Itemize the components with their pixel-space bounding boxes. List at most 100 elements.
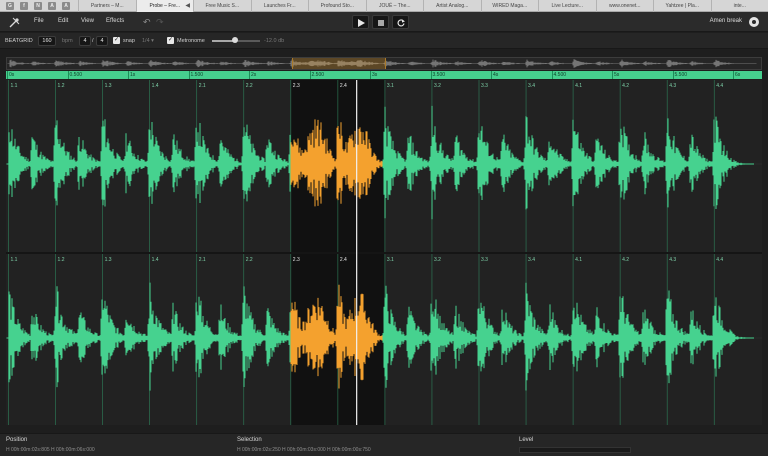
beat-label: 1.2 xyxy=(58,83,65,89)
ruler-label: 1s xyxy=(130,72,136,78)
beat-label: 3.3 xyxy=(481,257,488,263)
bpm-input[interactable]: 160 xyxy=(38,36,56,46)
beat-label: 1.3 xyxy=(105,83,112,89)
beat-label: 1.4 xyxy=(152,257,159,263)
browser-tab-label: Free Music S... xyxy=(205,3,240,9)
snap-select[interactable]: 1/4 ▾ xyxy=(142,38,154,44)
menu-view[interactable]: View xyxy=(81,18,94,24)
overview-selection[interactable] xyxy=(291,58,386,69)
bpm-unit: bpm xyxy=(62,38,73,44)
time-ruler[interactable]: 0s 0.500 1s 1.500 2s 2.500 3s 3.500 4s 4.500 5s 5.5… xyxy=(6,71,762,79)
account-icon[interactable] xyxy=(749,17,759,27)
slider-handle[interactable] xyxy=(232,37,239,43)
app-menubar: File Edit View Effects ↶ ↷ Amen break xyxy=(0,12,768,32)
ruler-tick xyxy=(491,71,492,79)
browser-tab[interactable]: JOUÉ – The... xyxy=(365,0,424,12)
browser-tab[interactable]: Free Music S... xyxy=(193,0,251,12)
metronome-checkbox[interactable]: ✓ xyxy=(167,37,174,44)
browser-tab[interactable]: Probe – Fre... ◀ xyxy=(135,0,193,12)
overview-strip[interactable] xyxy=(6,57,762,70)
probe-logo-icon xyxy=(9,17,20,28)
beat-label: 1.2 xyxy=(58,257,65,263)
time-sig-separator: / xyxy=(92,38,94,44)
browser-tab-label: Partners – M... xyxy=(90,3,124,9)
beat-label: 1.1 xyxy=(11,83,18,89)
browser-tab[interactable]: WIRED Maga... xyxy=(480,0,539,12)
ruler-label: 6s xyxy=(735,72,741,78)
metronome-volume-slider[interactable] xyxy=(212,37,260,43)
beat-label: 2.2 xyxy=(246,83,253,89)
snap-checkbox[interactable]: ✓ xyxy=(113,37,120,44)
ruler-label: 1.500 xyxy=(190,72,204,78)
metronome-label: Metronome xyxy=(177,38,205,44)
document-title: Amen break xyxy=(709,18,742,24)
menu-effects[interactable]: Effects xyxy=(106,18,124,24)
menu-edit[interactable]: Edit xyxy=(58,18,68,24)
browser-tab[interactable]: www.onenet... xyxy=(595,0,654,12)
speaker-icon[interactable]: ◀ xyxy=(185,0,190,12)
browser-tab-label: Yahtzee | Pla... xyxy=(665,3,699,9)
stop-icon xyxy=(378,20,384,26)
beat-label: 3.4 xyxy=(528,83,535,89)
waveform-canvas[interactable]: 1.1 1.2 1.3 1.4 2.1 2.2 2.3 2.4 3.1 3.2 3.3 3.4 4.1 4… xyxy=(6,80,762,425)
ruler-tick xyxy=(430,71,432,79)
beat-label: 2.2 xyxy=(246,257,253,263)
beat-label: 2.3 xyxy=(293,83,300,89)
pinned-tab[interactable]: G xyxy=(6,2,14,10)
beat-label: 4.2 xyxy=(622,83,629,89)
ruler-label: 5.500 xyxy=(674,72,688,78)
ruler-tick xyxy=(612,71,613,79)
redo-icon[interactable]: ↷ xyxy=(156,17,164,27)
time-sig-numerator[interactable]: 4 xyxy=(79,36,91,46)
browser-tab-label: Profound Sto... xyxy=(320,3,354,9)
beatgrid-label: BEATGRID xyxy=(5,38,33,44)
ruler-label: 4.500 xyxy=(553,72,567,78)
loop-icon xyxy=(397,19,405,27)
browser-tab[interactable]: Partners – M... xyxy=(78,0,136,12)
browser-tab[interactable]: inte... xyxy=(710,0,768,12)
undo-icon[interactable]: ↶ xyxy=(143,17,151,27)
time-sig-denominator[interactable]: 4 xyxy=(96,36,108,46)
snap-label: snap xyxy=(123,38,135,44)
beat-label: 4.3 xyxy=(669,257,676,263)
pinned-tab[interactable]: N xyxy=(34,2,42,10)
ruler-tick xyxy=(370,71,371,79)
ruler-tick xyxy=(7,71,8,79)
browser-tab-label: www.onenet... xyxy=(609,3,641,9)
beat-label: 1.3 xyxy=(105,257,112,263)
selection-label: Selection xyxy=(237,437,262,443)
play-button[interactable] xyxy=(352,15,369,29)
beat-label: 1.4 xyxy=(152,83,159,89)
play-icon xyxy=(358,19,365,27)
browser-tab[interactable]: Artist Analog... xyxy=(423,0,481,12)
ruler-tick xyxy=(309,71,311,79)
selection-value: H 00h:00m:02s:250 H 00h:00m:03s:000 H 00… xyxy=(237,447,371,453)
browser-tab-strip: GfNAA Partners – M... Probe – Fre... ◀ Free… xyxy=(0,0,768,12)
waveform-editor[interactable]: 1.1 1.2 1.3 1.4 2.1 2.2 2.3 2.4 3.1 3.2 3.3 3.4 4.1 4… xyxy=(6,80,762,425)
beat-label: 2.1 xyxy=(199,257,206,263)
browser-tab-label: WIRED Maga... xyxy=(492,3,528,9)
pinned-tab[interactable]: A xyxy=(48,2,56,10)
browser-tab[interactable]: Profound Sto... xyxy=(308,0,366,12)
ruler-label: 2s xyxy=(251,72,257,78)
browser-tab[interactable]: Yahtzee | Pla... xyxy=(653,0,711,12)
menu-file[interactable]: File xyxy=(34,18,44,24)
stop-button[interactable] xyxy=(372,15,389,29)
position-label: Position xyxy=(6,437,28,443)
browser-tab-label: Artist Analog... xyxy=(436,3,469,9)
beat-label: 3.1 xyxy=(387,83,394,89)
beat-label: 2.1 xyxy=(199,83,206,89)
browser-tab[interactable]: Launches Fr... xyxy=(250,0,309,12)
ruler-label: 4s xyxy=(493,72,499,78)
level-meter xyxy=(519,447,631,453)
level-label: Level xyxy=(519,437,534,443)
browser-tab-label: inte... xyxy=(733,3,746,9)
pinned-tab[interactable]: f xyxy=(20,2,28,10)
ruler-tick xyxy=(551,71,553,79)
ruler-tick xyxy=(672,71,674,79)
browser-tab-label: Live Lecture... xyxy=(551,3,583,9)
pinned-tab[interactable]: A xyxy=(62,2,70,10)
loop-button[interactable] xyxy=(392,15,409,29)
browser-tab[interactable]: Live Lecture... xyxy=(538,0,596,12)
beat-label: 2.3 xyxy=(293,257,300,263)
